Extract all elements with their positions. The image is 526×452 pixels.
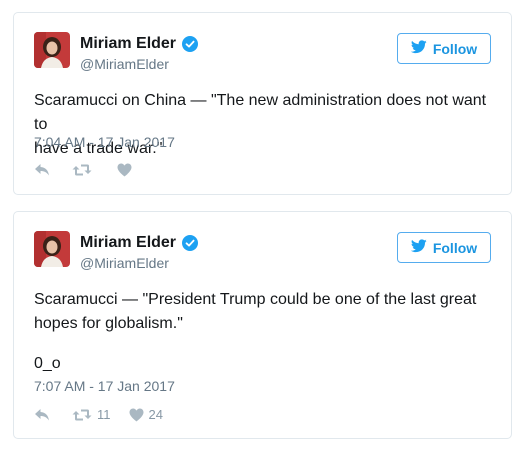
tweet-emoticon: 0_o	[34, 355, 61, 372]
follow-label: Follow	[432, 40, 478, 57]
tweet-card: Miriam Elder @MiriamElder Follow Scaramu…	[13, 12, 512, 195]
reply-button[interactable]	[34, 408, 50, 422]
author-name[interactable]: Miriam Elder	[80, 35, 176, 53]
tweet-actions	[34, 163, 137, 177]
tweet-timestamp[interactable]: 7:07 AM - 17 Jan 2017	[34, 378, 175, 394]
follow-button[interactable]: Follow	[397, 33, 491, 64]
heart-icon	[117, 163, 132, 177]
tweet-actions: 11 24	[34, 407, 163, 422]
like-count: 24	[148, 407, 163, 422]
retweet-button[interactable]	[72, 163, 92, 177]
retweet-icon	[72, 409, 92, 420]
reply-icon	[35, 164, 49, 176]
retweet-icon	[72, 164, 92, 176]
author-row: Miriam Elder	[80, 33, 199, 55]
follow-button[interactable]: Follow	[397, 232, 491, 263]
author-handle[interactable]: @MiriamElder	[80, 56, 169, 72]
retweet-button[interactable]	[72, 408, 92, 422]
heart-icon	[129, 408, 143, 421]
reply-button[interactable]	[34, 163, 50, 177]
tweet-card: Miriam Elder @MiriamElder Follow Scaramu…	[13, 211, 512, 439]
author-handle[interactable]: @MiriamElder	[80, 255, 169, 271]
follow-label: Follow	[432, 239, 478, 256]
retweet-count: 11	[97, 407, 111, 422]
tweet-timestamp[interactable]: 7:04 AM - 17 Jan 2017	[34, 134, 175, 150]
tweet-text-line: Scaramucci on China — "The new administr…	[34, 92, 487, 133]
tweet-text: Scaramucci on China — "The new administr…	[34, 89, 493, 161]
tweet-text: Scaramucci — "President Trump could be o…	[34, 288, 493, 336]
author-row: Miriam Elder	[80, 232, 199, 254]
twitter-bird-icon	[410, 40, 433, 57]
author-name[interactable]: Miriam Elder	[80, 234, 176, 252]
tweet-text-line: hopes for globalism."	[34, 315, 183, 332]
like-button[interactable]	[129, 408, 144, 422]
avatar[interactable]	[34, 32, 70, 68]
like-button[interactable]	[117, 163, 132, 177]
verified-badge-icon	[182, 36, 199, 52]
reply-icon	[35, 408, 49, 420]
twitter-bird-icon	[410, 239, 433, 256]
tweet-text-line: Scaramucci — "President Trump could be o…	[34, 291, 477, 308]
verified-badge-icon	[182, 235, 199, 251]
avatar[interactable]	[34, 231, 70, 267]
